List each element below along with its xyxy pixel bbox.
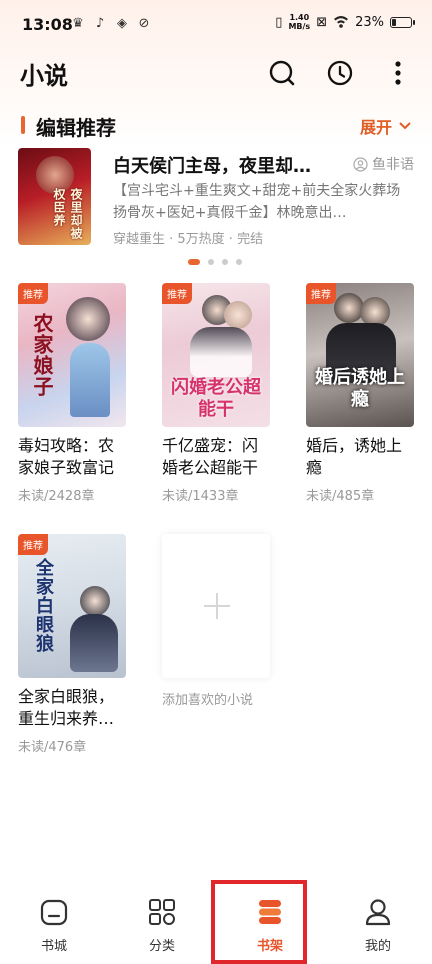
nav-label: 我的 [364, 939, 391, 954]
featured-cover[interactable]: 夜里却被权臣养 [18, 148, 91, 245]
more-vertical-icon [395, 61, 401, 85]
sim-off-icon: ⊠ [316, 14, 328, 30]
book-item[interactable]: 闪婚老公超能干 推荐 千亿盛宠：闪婚老公超能干 未读/1433章 [162, 283, 272, 504]
profile-icon [365, 899, 391, 926]
cover-figure-body [70, 343, 110, 417]
featured-book[interactable]: 夜里却被权臣养 白天侯门主母，夜里却… 鱼非语 【宫斗宅斗+重生爽文+甜宠+前夫… [18, 148, 414, 247]
book-cover-text: 婚后诱她上瘾 [315, 367, 405, 410]
search-icon [269, 60, 295, 86]
chevron-down-icon [399, 122, 411, 130]
book-cover[interactable]: 婚后诱她上瘾 推荐 [306, 283, 414, 427]
notification-icons: ♛ ♪ ◈ ⊘ [70, 16, 152, 32]
featured-author: 鱼非语 [353, 154, 414, 174]
book-cover[interactable]: 农家娘子 推荐 [18, 283, 126, 427]
net-speed-unit: MB/s [288, 22, 311, 31]
battery-level [392, 18, 396, 26]
recommend-badge: 推荐 [18, 283, 48, 304]
book-progress: 未读/485章 [306, 489, 375, 504]
recommend-badge: 推荐 [18, 534, 48, 555]
nav-item-profile[interactable]: 我的 [338, 896, 418, 954]
recommend-badge: 推荐 [306, 283, 336, 304]
recommend-badge: 推荐 [162, 283, 192, 304]
clock-icon [327, 60, 353, 86]
nav-item-bookstore[interactable]: 书城 [14, 896, 94, 954]
book-item[interactable]: 婚后诱她上瘾 推荐 婚后，诱她上瘾 未读/485章 [306, 283, 416, 504]
bookstore-icon [40, 899, 68, 926]
cover-figure-body [70, 614, 118, 672]
add-book-label: 添加喜欢的小说 [162, 693, 254, 708]
book-title[interactable]: 毒妇攻略：农家娘子致富记 [18, 435, 128, 479]
add-book-item[interactable]: 添加喜欢的小说 [162, 534, 272, 708]
wifi-icon [334, 16, 349, 28]
book-cover-text: 全家白眼狼 [33, 558, 54, 653]
book-cover-text: 农家娘子 [30, 313, 54, 397]
book-item[interactable]: 全家白眼狼 推荐 全家白眼狼，重生归来养… 未读/476章 [18, 534, 128, 755]
nav-label: 分类 [148, 939, 175, 954]
book-progress: 未读/476章 [18, 740, 87, 755]
editor-picks-header: 编辑推荐 展开 [0, 112, 432, 140]
carousel-dot [222, 259, 228, 265]
section-accent-bar [21, 116, 25, 134]
category-grid-icon [149, 899, 175, 925]
expand-button[interactable]: 展开 [360, 114, 412, 138]
app-notification-icon: ◈ [117, 16, 127, 31]
featured-meta: 穿越重生 · 5万热度 · 完结 [113, 232, 264, 247]
book-item[interactable]: 农家娘子 推荐 毒妇攻略：农家娘子致富记 未读/2428章 [18, 283, 128, 504]
status-bar: 13:08 ♛ ♪ ◈ ⊘ ▯ 1.40 MB/s ⊠ 23% [0, 0, 432, 50]
featured-title[interactable]: 白天侯门主母，夜里却… [113, 152, 335, 178]
book-title[interactable]: 千亿盛宠：闪婚老公超能干 [162, 435, 272, 479]
cover-figure [80, 586, 110, 616]
cover-figure [66, 297, 110, 341]
carousel-indicator [188, 259, 242, 265]
app-header: 小说 [0, 52, 432, 96]
nav-label: 书城 [40, 939, 67, 954]
add-book-button[interactable] [162, 534, 270, 678]
author-icon [353, 156, 368, 172]
page-title: 小说 [20, 62, 68, 90]
book-progress: 未读/1433章 [162, 489, 239, 504]
sync-icon: ⊘ [138, 16, 150, 31]
nav-item-category[interactable]: 分类 [122, 896, 202, 954]
carousel-dot [208, 259, 214, 265]
carousel-dot [188, 259, 200, 265]
cover-figure-body [190, 327, 252, 377]
book-title[interactable]: 全家白眼狼，重生归来养… [18, 686, 128, 730]
search-button[interactable] [267, 58, 297, 88]
more-button[interactable] [383, 58, 413, 88]
carousel-dot [236, 259, 242, 265]
vibrate-icon: ▯ [275, 14, 283, 30]
expand-label: 展开 [359, 118, 392, 137]
net-speed-value: 1.40 [289, 13, 310, 22]
status-right: ▯ 1.40 MB/s ⊠ 23% [275, 13, 415, 31]
featured-cover-text: 夜里却被权臣养 [52, 188, 83, 240]
book-title[interactable]: 婚后，诱她上瘾 [306, 435, 416, 479]
author-name: 鱼非语 [372, 157, 414, 173]
cover-figure [224, 301, 252, 329]
book-cover[interactable]: 闪婚老公超能干 推荐 [162, 283, 270, 427]
battery-text: 23% [355, 14, 384, 30]
status-time: 13:08 [22, 15, 73, 34]
highlight-box [211, 880, 307, 964]
section-title: 编辑推荐 [36, 116, 116, 140]
plus-icon [216, 593, 218, 619]
book-cover[interactable]: 全家白眼狼 推荐 [18, 534, 126, 678]
net-speed: 1.40 MB/s [288, 13, 310, 31]
book-progress: 未读/2428章 [18, 489, 95, 504]
battery-icon [390, 16, 415, 28]
tiktok-icon: ♪ [95, 16, 105, 31]
crown-icon: ♛ [72, 16, 84, 31]
book-cover-text: 闪婚老公超能干 [171, 377, 261, 420]
history-button[interactable] [325, 58, 355, 88]
featured-description: 【宫斗宅斗+重生爽文+甜宠+前夫全家火葬场扬骨灰+医妃+真假千金】林晚意出… [113, 183, 401, 221]
